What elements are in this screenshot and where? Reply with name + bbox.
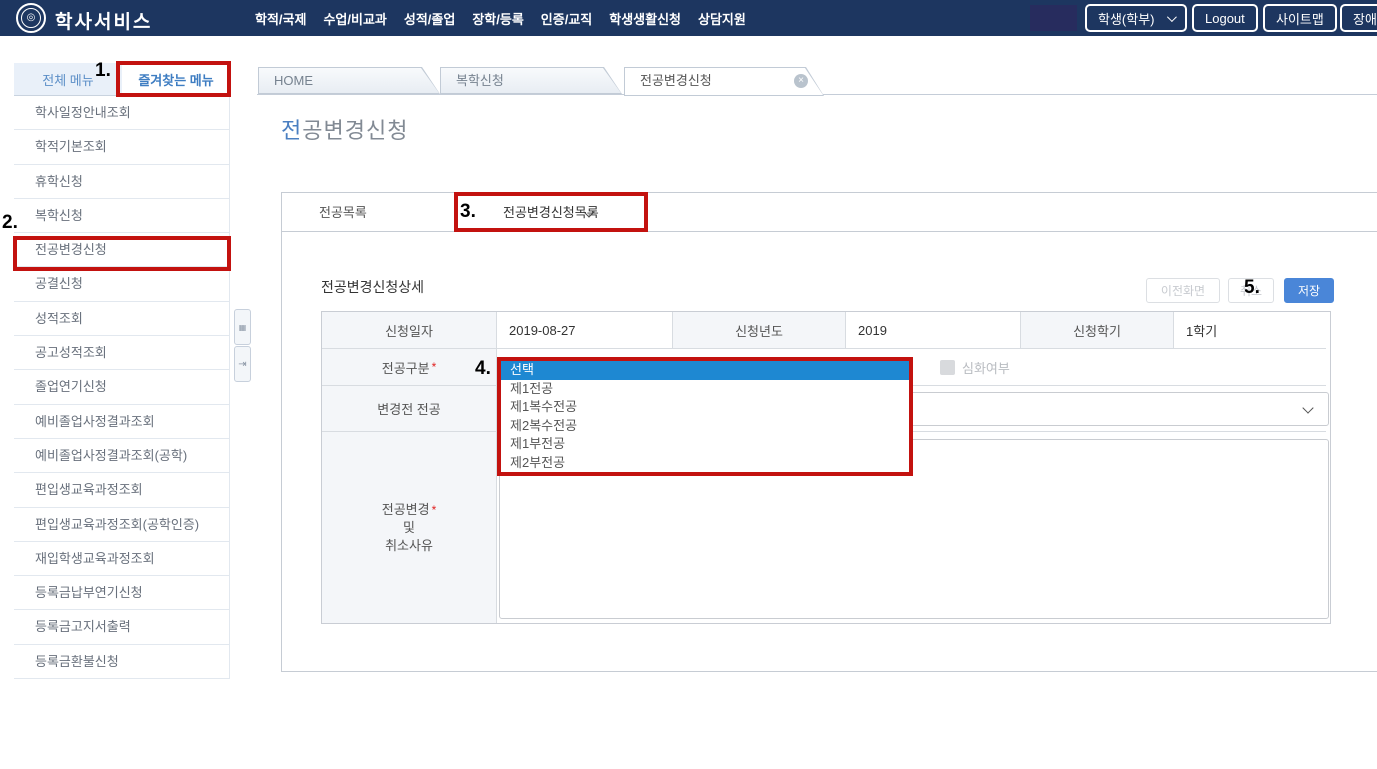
sidebar-menu-item[interactable]: 공고성적조회: [14, 336, 229, 370]
sidebar-tab-favorites[interactable]: 즐겨찾는 메뉴: [122, 63, 230, 95]
sidebar-menu-item[interactable]: 졸업연기신청: [14, 370, 229, 404]
sidebar-menu-item[interactable]: 학적기본조회: [14, 130, 229, 164]
dropdown-option[interactable]: 제2복수전공: [501, 417, 909, 436]
sitemap-button[interactable]: 사이트맵: [1263, 4, 1337, 32]
previous-screen-button[interactable]: 이전화면: [1146, 278, 1220, 303]
apply-date-value: 2019-08-27: [496, 312, 672, 348]
intensive-checkbox-label: 심화여부: [962, 358, 1010, 377]
sidebar-menu-item[interactable]: 예비졸업사정결과조회: [14, 405, 229, 439]
sidebar-menu-item[interactable]: 공결신청: [14, 267, 229, 301]
tab-home[interactable]: HOME: [258, 67, 440, 94]
apply-term-label: 신청학기: [1020, 312, 1173, 348]
annotation-number-3: 3.: [460, 202, 476, 221]
major-type-label: 전공구분*: [322, 348, 496, 385]
sidebar-menu-item[interactable]: 복학신청: [14, 199, 229, 233]
required-mark: *: [432, 360, 437, 374]
chevron-down-icon: [1302, 402, 1313, 413]
annotation-number-2: 2.: [2, 213, 18, 232]
sidebar-menu-item[interactable]: 학사일정안내조회: [14, 96, 229, 130]
app-header: ◎ 학사서비스 학적/국제 수업/비교과 성적/졸업 장학/등록 인증/교직 학생생활신청…: [0, 0, 1377, 36]
header-nav-item[interactable]: 학생생활신청: [609, 9, 681, 28]
chevron-down-icon: [1166, 12, 1176, 22]
logout-button[interactable]: Logout: [1192, 4, 1258, 32]
page-title: 전공변경신청: [281, 113, 408, 145]
sidebar-menu-item[interactable]: 성적조회: [14, 302, 229, 336]
app-brand-title: 학사서비스: [55, 7, 152, 34]
dropdown-option[interactable]: 제1복수전공: [501, 398, 909, 417]
tab-close-icon[interactable]: ×: [794, 74, 808, 88]
tab-return-application[interactable]: 복학신청: [440, 67, 622, 94]
dropdown-option[interactable]: 제1전공: [501, 380, 909, 399]
apply-date-label: 신청일자: [322, 312, 496, 348]
annotation-number-1: 1.: [95, 61, 111, 80]
accessibility-button[interactable]: 장애접수: [1340, 4, 1377, 32]
sidebar-menu-item[interactable]: 예비졸업사정결과조회(공학): [14, 439, 229, 473]
sidebar-menu: 학사일정안내조회학적기본조회휴학신청복학신청전공변경신청공결신청성적조회공고성적…: [14, 96, 230, 679]
sidebar-menu-item[interactable]: 휴학신청: [14, 165, 229, 199]
apply-term-value: 1학기: [1173, 312, 1326, 348]
masked-user-name: [1030, 5, 1077, 31]
annotation-number-4: 4.: [475, 359, 491, 378]
sidebar-menu-item[interactable]: 편입생교육과정조회(공학인증): [14, 508, 229, 542]
before-major-label: 변경전 전공: [322, 385, 496, 431]
role-select-dropdown[interactable]: 학생(학부): [1085, 4, 1187, 32]
sidebar-menu-item[interactable]: 등록금납부연기신청: [14, 576, 229, 610]
intensive-checkbox[interactable]: [940, 360, 955, 375]
sidebar-menu-item[interactable]: 편입생교육과정조회: [14, 473, 229, 507]
header-nav: 학적/국제 수업/비교과 성적/졸업 장학/등록 인증/교직 학생생활신청 상담지원: [255, 0, 746, 36]
major-list-label: 전공목록: [319, 193, 367, 232]
change-reason-label: 전공변경* 및 취소사유: [322, 431, 496, 623]
header-nav-item[interactable]: 상담지원: [698, 9, 746, 28]
major-type-dropdown-list: 선택제1전공제1복수전공제2복수전공제1부전공제2부전공: [497, 357, 913, 476]
dropdown-option[interactable]: 선택: [501, 361, 909, 380]
university-emblem-icon: ◎: [16, 3, 46, 33]
sidebar-tabs: 전체 메뉴 즐겨찾는 메뉴: [14, 63, 230, 96]
detail-section-heading: 전공변경신청상세: [321, 277, 424, 297]
header-nav-item[interactable]: 장학/등록: [472, 9, 523, 28]
sidebar-collapse-button[interactable]: ⇥: [234, 346, 251, 382]
major-list-bar: 전공목록 전공변경신청목록: [282, 193, 1377, 232]
header-nav-item[interactable]: 성적/졸업: [404, 9, 455, 28]
sidebar-resize-handle[interactable]: ▦: [234, 309, 251, 345]
header-nav-item[interactable]: 학적/국제: [255, 9, 306, 28]
sidebar-menu-item[interactable]: 재입학생교육과정조회: [14, 542, 229, 576]
apply-year-value: 2019: [845, 312, 1020, 348]
sidebar-menu-item[interactable]: 전공변경신청: [14, 233, 229, 267]
header-nav-item[interactable]: 인증/교직: [541, 9, 592, 28]
dropdown-option[interactable]: 제1부전공: [501, 435, 909, 454]
dropdown-option[interactable]: 제2부전공: [501, 454, 909, 473]
header-nav-item[interactable]: 수업/비교과: [323, 9, 386, 28]
sidebar-menu-item[interactable]: 등록금고지서출력: [14, 610, 229, 644]
sidebar-menu-item[interactable]: 등록금환불신청: [14, 645, 229, 679]
apply-year-label: 신청년도: [672, 312, 845, 348]
save-button[interactable]: 저장: [1284, 278, 1334, 303]
tab-major-change-application[interactable]: 전공변경신청 ×: [624, 67, 824, 96]
annotation-number-5: 5.: [1244, 278, 1260, 297]
required-mark: *: [432, 503, 437, 517]
